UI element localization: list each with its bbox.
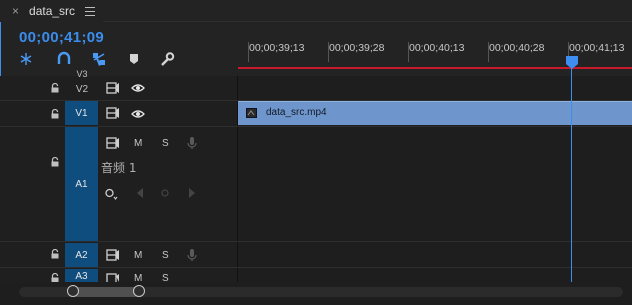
ruler-label: 00;00;39;13: [249, 42, 305, 54]
mute-track-button[interactable]: M: [134, 138, 142, 149]
source-patch-a3[interactable]: A3: [65, 269, 98, 282]
track-label-v3: V3: [76, 69, 88, 79]
playhead-handle-icon[interactable]: [566, 56, 578, 69]
timeline-toolbar: [18, 51, 183, 69]
solo-track-button[interactable]: S: [162, 138, 169, 149]
insert-nested-sequence-icon[interactable]: [18, 51, 34, 67]
clip-name: data_src.mp4: [266, 107, 327, 118]
mute-track-button[interactable]: M: [134, 250, 142, 261]
panel-tab-bar: × data_src: [0, 0, 632, 22]
linked-selection-icon[interactable]: [91, 51, 107, 67]
close-tab-icon[interactable]: ×: [12, 4, 19, 18]
keyframe-options-icon[interactable]: [104, 187, 118, 201]
sequence-tab-title[interactable]: data_src: [29, 4, 75, 18]
ruler-label: 00;00;40;28: [489, 42, 545, 54]
add-marker-icon[interactable]: [126, 51, 142, 67]
track-label-a2: A2: [75, 249, 88, 261]
lock-track-icon[interactable]: [50, 249, 60, 259]
zoom-handle-left[interactable]: [67, 285, 79, 297]
video-clip[interactable]: data_src.mp4: [238, 101, 632, 125]
sync-lock-icon[interactable]: [106, 273, 120, 282]
playhead-timecode[interactable]: 00;00;41;09: [19, 29, 104, 46]
sync-lock-icon[interactable]: [106, 249, 120, 261]
sync-lock-icon[interactable]: [106, 137, 120, 149]
voice-over-record-icon[interactable]: [187, 136, 197, 150]
timeline-settings-wrench-icon[interactable]: [159, 51, 175, 67]
clip-fx-icon: [246, 108, 257, 118]
voice-over-record-icon[interactable]: [187, 248, 197, 262]
zoom-handle-right[interactable]: [133, 285, 145, 297]
toggle-output-eye-icon[interactable]: [131, 83, 145, 93]
ruler-label: 00;00;40;13: [409, 42, 465, 54]
track-label-a3: A3: [75, 271, 88, 282]
add-keyframe-icon[interactable]: [161, 189, 169, 197]
ruler-label: 00;00;39;28: [329, 42, 385, 54]
lock-track-icon[interactable]: [50, 83, 60, 93]
source-patch-a2[interactable]: A2: [65, 243, 98, 267]
sync-lock-icon[interactable]: [106, 107, 120, 119]
scroll-thumb[interactable]: [72, 287, 140, 297]
track-separator: [0, 241, 632, 242]
source-patch-v1[interactable]: V1: [65, 101, 98, 125]
source-patch-a1[interactable]: A1: [65, 127, 98, 241]
next-keyframe-icon[interactable]: [188, 188, 196, 198]
lock-track-icon[interactable]: [50, 157, 60, 167]
track-label-v2[interactable]: V2: [75, 84, 89, 95]
sequence-tab[interactable]: × data_src: [0, 0, 104, 22]
track-separator: [0, 267, 632, 268]
sync-lock-icon[interactable]: [106, 82, 120, 94]
lock-track-icon[interactable]: [50, 109, 60, 119]
panel-menu-icon[interactable]: [85, 6, 96, 16]
ruler-label: 00;00;41;13: [569, 42, 625, 54]
playhead-line[interactable]: [571, 66, 572, 282]
solo-track-button[interactable]: S: [162, 250, 169, 261]
track-label-v1: V1: [75, 107, 88, 119]
snap-magnet-icon[interactable]: [56, 51, 72, 67]
audio-track-name[interactable]: 音频 1: [101, 159, 136, 176]
previous-keyframe-icon[interactable]: [136, 188, 144, 198]
track-label-a1: A1: [75, 178, 88, 190]
toggle-output-eye-icon[interactable]: [131, 109, 145, 119]
horizontal-scrollbar: [0, 282, 632, 305]
